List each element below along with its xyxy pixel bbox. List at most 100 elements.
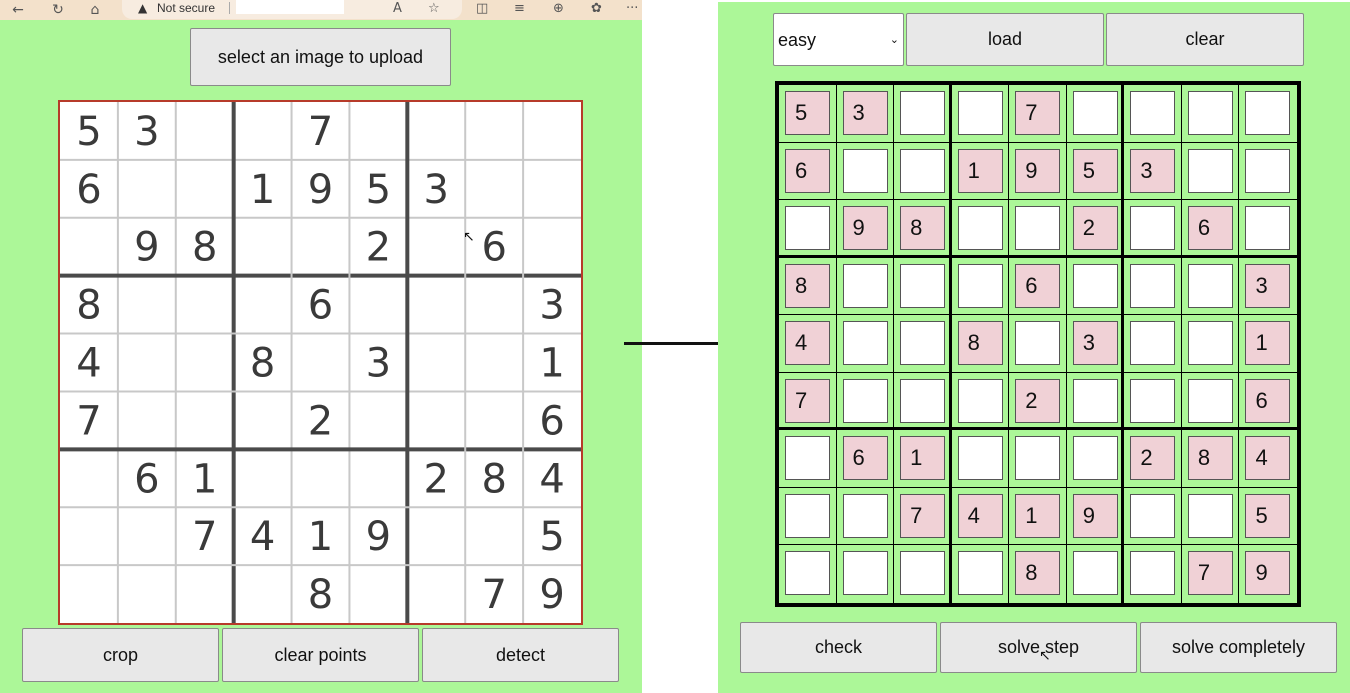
empty-input-cell[interactable]	[1130, 91, 1176, 135]
empty-input-cell[interactable]	[842, 493, 888, 538]
empty-input-cell[interactable]	[900, 148, 946, 193]
empty-input-cell[interactable]	[842, 551, 888, 596]
given-digit-cell[interactable]: 8	[1187, 436, 1233, 481]
favorite-star-icon[interactable]: ☆	[428, 1, 440, 17]
detect-button[interactable]: detect	[422, 628, 619, 682]
clear-button[interactable]: clear	[1106, 13, 1304, 66]
extensions-icon[interactable]: ✿	[591, 1, 602, 17]
empty-input-cell[interactable]	[1072, 436, 1118, 481]
given-digit-cell[interactable]: 3	[1245, 263, 1291, 308]
empty-input-cell[interactable]	[1130, 378, 1176, 423]
given-digit-cell[interactable]: 8	[957, 321, 1003, 366]
given-digit-cell[interactable]: 3	[1072, 321, 1118, 366]
given-digit-cell[interactable]: 6	[1015, 263, 1061, 308]
empty-input-cell[interactable]	[1130, 321, 1176, 366]
empty-input-cell[interactable]	[842, 378, 888, 423]
clear-points-button[interactable]: clear points	[222, 628, 419, 682]
empty-input-cell[interactable]	[1015, 206, 1061, 251]
split-screen-icon[interactable]: ◫	[476, 1, 488, 17]
given-digit-cell[interactable]: 3	[842, 91, 888, 135]
empty-input-cell[interactable]	[1187, 148, 1233, 193]
empty-input-cell[interactable]	[1072, 378, 1118, 423]
empty-input-cell[interactable]	[785, 206, 830, 251]
back-icon[interactable]: ←	[8, 1, 28, 19]
empty-input-cell[interactable]	[1245, 91, 1291, 135]
url-field[interactable]	[236, 0, 344, 14]
empty-input-cell[interactable]	[785, 551, 830, 596]
empty-input-cell[interactable]	[1245, 148, 1291, 193]
given-digit-cell[interactable]: 7	[900, 493, 946, 538]
given-digit-cell[interactable]: 6	[1187, 206, 1233, 251]
given-digit-cell[interactable]: 9	[842, 206, 888, 251]
empty-input-cell[interactable]	[900, 263, 946, 308]
empty-input-cell[interactable]	[900, 91, 946, 135]
empty-input-cell[interactable]	[1130, 206, 1176, 251]
empty-input-cell[interactable]	[1130, 551, 1176, 596]
given-digit-cell[interactable]: 2	[1015, 378, 1061, 423]
given-digit-cell[interactable]: 6	[842, 436, 888, 481]
given-digit-cell[interactable]: 3	[1130, 148, 1176, 193]
given-digit-cell[interactable]: 5	[1072, 148, 1118, 193]
given-digit-cell[interactable]: 9	[1015, 148, 1061, 193]
more-icon[interactable]: ···	[626, 1, 638, 17]
given-digit-cell[interactable]: 7	[785, 378, 830, 423]
given-digit-cell[interactable]: 1	[957, 148, 1003, 193]
select-image-button[interactable]: select an image to upload	[190, 28, 451, 86]
empty-input-cell[interactable]	[1187, 91, 1233, 135]
given-digit-cell[interactable]: 1	[1015, 493, 1061, 538]
empty-input-cell[interactable]	[957, 91, 1003, 135]
empty-input-cell[interactable]	[957, 378, 1003, 423]
collections-icon[interactable]: ⊕	[553, 1, 564, 17]
empty-input-cell[interactable]	[842, 321, 888, 366]
uploaded-sudoku-photo[interactable]: 53761953982686348317266128474195879	[58, 100, 583, 625]
empty-input-cell[interactable]	[900, 551, 946, 596]
empty-input-cell[interactable]	[1072, 91, 1118, 135]
given-digit-cell[interactable]: 7	[1015, 91, 1061, 135]
empty-input-cell[interactable]	[1187, 493, 1233, 538]
given-digit-cell[interactable]: 5	[1245, 493, 1291, 538]
empty-input-cell[interactable]	[957, 263, 1003, 308]
given-digit-cell[interactable]: 4	[1245, 436, 1291, 481]
favorites-icon[interactable]: ≡	[514, 1, 525, 17]
empty-input-cell[interactable]	[1130, 493, 1176, 538]
solve-completely-button[interactable]: solve completely	[1140, 622, 1337, 673]
load-button[interactable]: load	[906, 13, 1104, 66]
security-status-label[interactable]: Not secure	[157, 1, 215, 15]
empty-input-cell[interactable]	[785, 436, 830, 481]
empty-input-cell[interactable]	[1130, 263, 1176, 308]
crop-button[interactable]: crop	[22, 628, 219, 682]
given-digit-cell[interactable]: 5	[785, 91, 830, 135]
given-digit-cell[interactable]: 8	[900, 206, 946, 251]
empty-input-cell[interactable]	[1072, 263, 1118, 308]
given-digit-cell[interactable]: 2	[1130, 436, 1176, 481]
empty-input-cell[interactable]	[1187, 378, 1233, 423]
difficulty-select[interactable]: easy ⌄	[773, 13, 904, 66]
empty-input-cell[interactable]	[1072, 551, 1118, 596]
read-aloud-icon[interactable]: A	[393, 1, 402, 17]
empty-input-cell[interactable]	[842, 148, 888, 193]
given-digit-cell[interactable]: 9	[1245, 551, 1291, 596]
empty-input-cell[interactable]	[957, 436, 1003, 481]
empty-input-cell[interactable]	[785, 493, 830, 538]
empty-input-cell[interactable]	[1015, 321, 1061, 366]
given-digit-cell[interactable]: 8	[1015, 551, 1061, 596]
given-digit-cell[interactable]: 4	[957, 493, 1003, 538]
given-digit-cell[interactable]: 1	[1245, 321, 1291, 366]
given-digit-cell[interactable]: 2	[1072, 206, 1118, 251]
given-digit-cell[interactable]: 6	[785, 148, 830, 193]
empty-input-cell[interactable]	[1187, 321, 1233, 366]
refresh-icon[interactable]: ↻	[48, 1, 68, 19]
given-digit-cell[interactable]: 9	[1072, 493, 1118, 538]
empty-input-cell[interactable]	[957, 551, 1003, 596]
empty-input-cell[interactable]	[1015, 436, 1061, 481]
given-digit-cell[interactable]: 7	[1187, 551, 1233, 596]
given-digit-cell[interactable]: 1	[900, 436, 946, 481]
given-digit-cell[interactable]: 6	[1245, 378, 1291, 423]
given-digit-cell[interactable]: 4	[785, 321, 830, 366]
empty-input-cell[interactable]	[1245, 206, 1291, 251]
empty-input-cell[interactable]	[900, 378, 946, 423]
given-digit-cell[interactable]: 8	[785, 263, 830, 308]
empty-input-cell[interactable]	[900, 321, 946, 366]
home-icon[interactable]: ⌂	[85, 1, 105, 19]
empty-input-cell[interactable]	[957, 206, 1003, 251]
